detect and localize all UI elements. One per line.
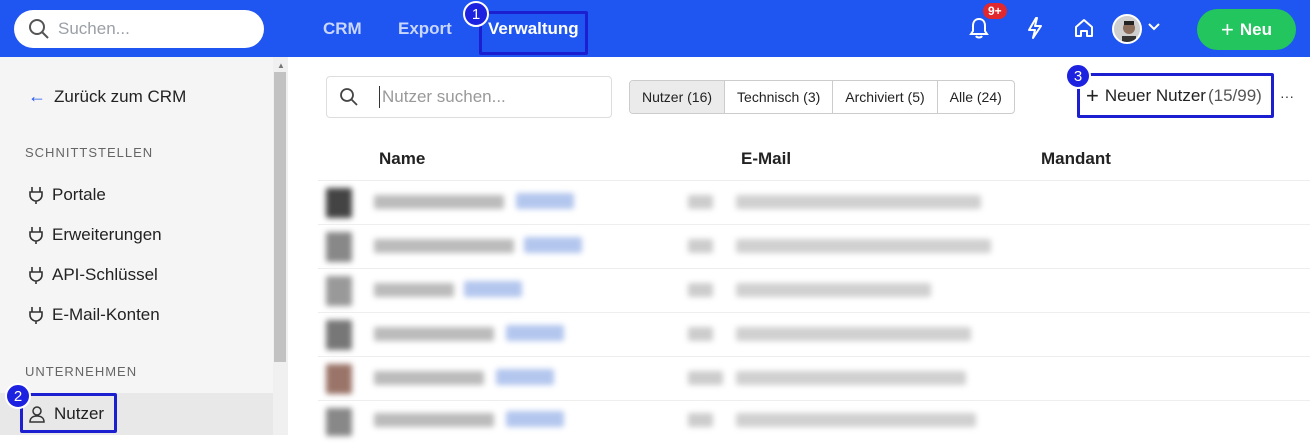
back-label: Zurück zum CRM	[54, 86, 187, 106]
step-marker-3: 3	[1065, 63, 1091, 89]
filter-alle[interactable]: Alle (24)	[938, 81, 1014, 113]
sidebar-item-email-konten[interactable]: E-Mail-Konten	[28, 305, 160, 325]
redacted-tag	[464, 281, 522, 297]
filter-nutzer[interactable]: Nutzer (16)	[630, 81, 726, 113]
nav-export[interactable]: Export	[398, 0, 452, 57]
arrow-left-icon: ←	[28, 86, 46, 106]
home-icon[interactable]	[1073, 16, 1095, 40]
section-heading-schnittstellen: SCHNITTSTELLEN	[25, 145, 154, 160]
highlight-box-verwaltung	[479, 11, 588, 55]
redacted-name	[374, 239, 514, 253]
redacted-email	[736, 283, 931, 297]
back-to-crm-link[interactable]: ← Zurück zum CRM	[28, 86, 186, 107]
search-placeholder: Suchen...	[58, 19, 130, 38]
table-row[interactable]	[318, 312, 1310, 356]
user-search-placeholder: Nutzer suchen...	[382, 87, 506, 106]
filter-technisch[interactable]: Technisch (3)	[725, 81, 834, 113]
redacted-icon	[688, 413, 713, 427]
notification-badge: 9+	[983, 3, 1007, 19]
bell-icon[interactable]	[968, 16, 990, 40]
step-marker-1: 1	[463, 1, 489, 27]
section-heading-unternehmen: UNTERNEHMEN	[25, 364, 138, 379]
plug-icon	[29, 187, 43, 204]
user-search-input[interactable]: Nutzer suchen...	[326, 76, 612, 118]
plug-icon	[29, 267, 43, 284]
redacted-icon	[688, 283, 713, 297]
column-header-name[interactable]: Name	[379, 149, 425, 169]
chevron-down-icon[interactable]	[1148, 23, 1160, 31]
redacted-tag	[496, 369, 554, 385]
redacted-icon	[688, 239, 713, 253]
redacted-name	[374, 371, 484, 385]
new-button-label: Neu	[1239, 19, 1272, 39]
table-row[interactable]	[318, 268, 1310, 312]
column-header-mandant[interactable]: Mandant	[1041, 149, 1111, 169]
redacted-name	[374, 327, 494, 341]
redacted-tag	[506, 411, 564, 427]
avatar	[326, 276, 352, 306]
redacted-icon	[688, 195, 713, 209]
sidebar-item-label: Erweiterungen	[52, 225, 162, 244]
filter-segments: Nutzer (16) Technisch (3) Archiviert (5)…	[629, 80, 1015, 114]
filter-archiviert[interactable]: Archiviert (5)	[833, 81, 938, 113]
table-row[interactable]	[318, 356, 1310, 400]
sidebar-item-label: Portale	[52, 185, 106, 204]
redacted-email	[736, 195, 981, 209]
redacted-email	[736, 413, 976, 427]
plus-icon: +	[1221, 16, 1234, 42]
search-icon	[29, 19, 49, 39]
redacted-email	[736, 327, 971, 341]
redacted-icon	[688, 371, 723, 385]
highlight-box-nutzer	[20, 393, 117, 433]
redacted-name	[374, 413, 494, 427]
redacted-tag	[506, 325, 564, 341]
highlight-box-new-user	[1077, 73, 1274, 118]
scroll-up-icon[interactable]: ▲	[277, 61, 285, 70]
sidebar-item-erweiterungen[interactable]: Erweiterungen	[28, 225, 162, 245]
plug-icon	[29, 227, 43, 244]
top-bar: Suchen... CRM Export Verwaltung 1 9+ + N…	[0, 0, 1310, 57]
global-search-input[interactable]: Suchen...	[14, 10, 264, 48]
redacted-tag	[516, 193, 574, 209]
search-icon	[340, 88, 358, 106]
text-cursor	[379, 86, 380, 108]
new-button[interactable]: + Neu	[1197, 9, 1296, 50]
table-row[interactable]	[318, 224, 1310, 268]
step-marker-2: 2	[5, 383, 31, 409]
plug-icon	[29, 307, 43, 324]
redacted-name	[374, 195, 504, 209]
nav-crm[interactable]: CRM	[323, 0, 362, 57]
table-row[interactable]	[318, 180, 1310, 224]
avatar	[326, 232, 352, 262]
sidebar-item-label: E-Mail-Konten	[52, 305, 160, 324]
column-header-email[interactable]: E-Mail	[741, 149, 791, 169]
sidebar-scroll-thumb[interactable]	[274, 72, 286, 362]
more-options-button[interactable]: ···	[1280, 88, 1294, 104]
redacted-email	[736, 371, 966, 385]
sidebar-item-portale[interactable]: Portale	[28, 185, 106, 205]
redacted-name	[374, 283, 454, 297]
lightning-icon[interactable]	[1026, 16, 1044, 40]
avatar	[326, 188, 352, 218]
redacted-icon	[688, 327, 713, 341]
sidebar-item-label: API-Schlüssel	[52, 265, 158, 284]
sidebar-item-api-schluessel[interactable]: API-Schlüssel	[28, 265, 158, 285]
avatar	[326, 320, 352, 350]
redacted-tag	[524, 237, 582, 253]
avatar	[326, 364, 352, 394]
table-row[interactable]	[318, 400, 1310, 444]
avatar[interactable]	[1112, 14, 1142, 44]
avatar	[326, 408, 352, 436]
redacted-email	[736, 239, 991, 253]
